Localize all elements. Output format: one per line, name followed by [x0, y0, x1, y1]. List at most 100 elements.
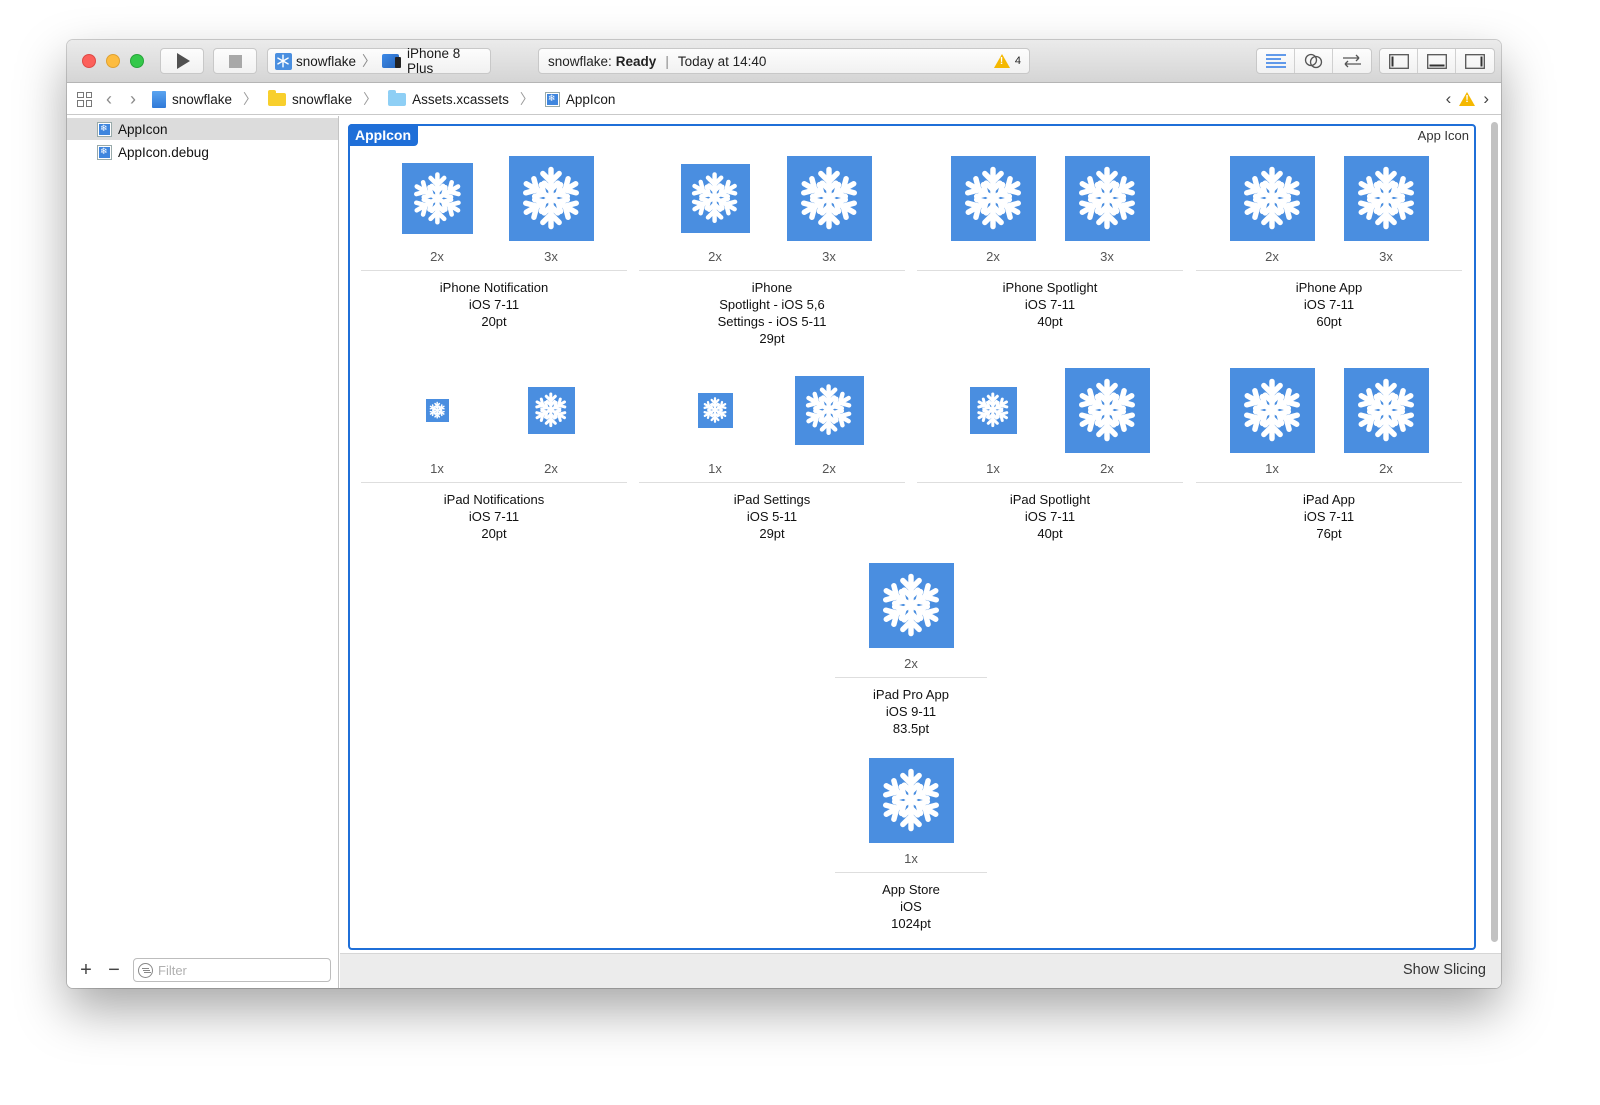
- chevron-right-icon: 〉: [362, 53, 376, 69]
- app-icon-slot[interactable]: [697, 392, 733, 428]
- slot-group-label-line: 20pt: [481, 314, 507, 329]
- assistant-editor-button[interactable]: [1295, 49, 1333, 73]
- slot-group-label: iPhone Spotlight - iOS 5,6 Settings - iOS …: [632, 279, 912, 347]
- warnings-indicator[interactable]: 4: [993, 54, 1021, 68]
- breadcrumb: snowflake 〉 snowflake 〉 Assets.xcassets …: [152, 89, 615, 109]
- scheme-selector[interactable]: snowflake 〉 iPhone 8 Plus: [267, 46, 491, 76]
- forward-button[interactable]: ›: [130, 89, 136, 110]
- divider: [361, 482, 627, 483]
- scale-label: 2x: [1379, 461, 1393, 476]
- slot-group-label-line: iPad Spotlight: [1009, 492, 1091, 507]
- breadcrumb-project[interactable]: snowflake: [152, 90, 232, 108]
- minimize-window-button[interactable]: [106, 54, 120, 68]
- xcode-window: snowflake 〉 iPhone 8 Plus snowflake: Rea…: [67, 40, 1501, 988]
- add-button[interactable]: +: [76, 959, 96, 982]
- breadcrumb-assets[interactable]: Assets.xcassets: [388, 89, 509, 107]
- app-icon-slot[interactable]: [1064, 155, 1150, 241]
- slot-group-label-line: 20pt: [481, 526, 507, 541]
- asset-list-sidebar: AppIcon AppIcon.debug + − Filter: [67, 116, 339, 988]
- app-icon-slot[interactable]: [1229, 155, 1315, 241]
- scale-label: 1x: [708, 461, 722, 476]
- back-button[interactable]: ‹: [106, 89, 112, 110]
- app-icon-slot[interactable]: [1064, 367, 1150, 453]
- slot-group-label-line: iPhone Spotlight: [1002, 280, 1098, 295]
- filter-input[interactable]: Filter: [133, 958, 331, 982]
- chevron-right-icon: 〉: [363, 91, 378, 107]
- warning-icon[interactable]: [1459, 92, 1476, 106]
- sidebar-item-label: AppIcon.debug: [118, 144, 209, 160]
- app-icon-slot[interactable]: [680, 163, 750, 233]
- issue-navigator: ‹ ›: [1446, 89, 1489, 109]
- scale-label: 3x: [1100, 249, 1114, 264]
- scale-label: 1x: [1265, 461, 1279, 476]
- app-icon-slot[interactable]: [401, 162, 473, 234]
- snowflake-icon: [692, 172, 738, 224]
- previous-issue-button[interactable]: ‹: [1446, 89, 1452, 109]
- zoom-window-button[interactable]: [130, 54, 144, 68]
- next-issue-button[interactable]: ›: [1483, 89, 1489, 109]
- app-icon-slot[interactable]: [527, 386, 575, 434]
- slot-group-label-line: iPhone Notification: [439, 280, 549, 295]
- slot-group-label: iPad Pro App iOS 9-11 83.5pt: [771, 686, 1051, 737]
- divider: [1196, 482, 1462, 483]
- vertical-scrollbar[interactable]: [1491, 122, 1498, 942]
- app-icon-slot[interactable]: [1343, 155, 1429, 241]
- slot-group-label-line: iPad Settings: [733, 492, 811, 507]
- breadcrumb-group[interactable]: snowflake: [268, 89, 352, 107]
- snowflake-icon: [413, 171, 461, 225]
- scale-label: 3x: [822, 249, 836, 264]
- related-items-icon[interactable]: [77, 91, 92, 107]
- show-slicing-button[interactable]: Show Slicing: [1403, 962, 1486, 978]
- app-icon-slot[interactable]: [1343, 367, 1429, 453]
- divider: [917, 270, 1183, 271]
- app-icon-slot[interactable]: [950, 155, 1036, 241]
- scale-label: 2x: [822, 461, 836, 476]
- activity-viewer: snowflake: Ready | Today at 14:40 4: [538, 48, 1030, 74]
- breadcrumb-label: Assets.xcassets: [412, 91, 509, 107]
- sidebar-item-appicon[interactable]: AppIcon: [67, 118, 338, 140]
- folder-icon: [268, 89, 287, 106]
- standard-editor-button[interactable]: [1257, 49, 1295, 73]
- toggle-navigator-button[interactable]: [1380, 49, 1418, 73]
- snowflake-icon: [1243, 166, 1301, 230]
- app-icon-slot[interactable]: [969, 386, 1017, 434]
- close-window-button[interactable]: [82, 54, 96, 68]
- toggle-utilities-button[interactable]: [1456, 49, 1494, 73]
- slot-group-label-line: 40pt: [1037, 314, 1063, 329]
- slot-group-label: iPad App iOS 7-11 76pt: [1189, 491, 1469, 542]
- app-icon-slot[interactable]: [868, 757, 954, 843]
- breadcrumb-appicon[interactable]: AppIcon: [544, 91, 615, 107]
- scale-label: 2x: [986, 249, 1000, 264]
- scheme-target[interactable]: snowflake: [296, 54, 356, 69]
- slot-group-label-line: 60pt: [1316, 314, 1342, 329]
- run-button[interactable]: [160, 48, 204, 74]
- right-panel-icon: [1465, 53, 1485, 69]
- app-icon-slot[interactable]: [508, 155, 594, 241]
- slot-group-label: iPhone Notification iOS 7-11 20pt: [354, 279, 634, 330]
- sidebar-item-appicon-debug[interactable]: AppIcon.debug: [67, 141, 338, 163]
- chevron-right-icon: 〉: [519, 91, 534, 107]
- scheme-device[interactable]: iPhone 8 Plus: [407, 46, 490, 76]
- scale-label: 2x: [904, 656, 918, 671]
- appicon-set-icon: [544, 91, 560, 107]
- sidebar-item-label: AppIcon: [118, 121, 168, 137]
- set-type-label: App Icon: [1417, 128, 1469, 143]
- remove-button[interactable]: −: [104, 959, 124, 982]
- appicon-set-icon: [97, 144, 112, 160]
- slot-group-label-line: iOS 7-11: [468, 297, 520, 312]
- app-icon-slot[interactable]: [425, 398, 449, 422]
- app-icon-slot[interactable]: [786, 155, 872, 241]
- snowflake-icon: [1078, 378, 1136, 442]
- appicon-set[interactable]: AppIcon App Icon 2x 3x iPhone Notification…: [348, 124, 1476, 950]
- app-icon-slot[interactable]: [868, 562, 954, 648]
- snowflake-icon: [535, 392, 567, 428]
- slot-group-label-line: iPad Pro App: [873, 687, 949, 702]
- stop-button[interactable]: [213, 48, 257, 74]
- toggle-debug-area-button[interactable]: [1418, 49, 1456, 73]
- editor-mode-control: [1256, 48, 1372, 74]
- slot-group-label-line: 1024pt: [891, 916, 931, 931]
- version-editor-button[interactable]: [1333, 49, 1371, 73]
- app-icon-slot[interactable]: [1229, 367, 1315, 453]
- snowflake-icon: [882, 573, 940, 637]
- app-icon-slot[interactable]: [794, 375, 864, 445]
